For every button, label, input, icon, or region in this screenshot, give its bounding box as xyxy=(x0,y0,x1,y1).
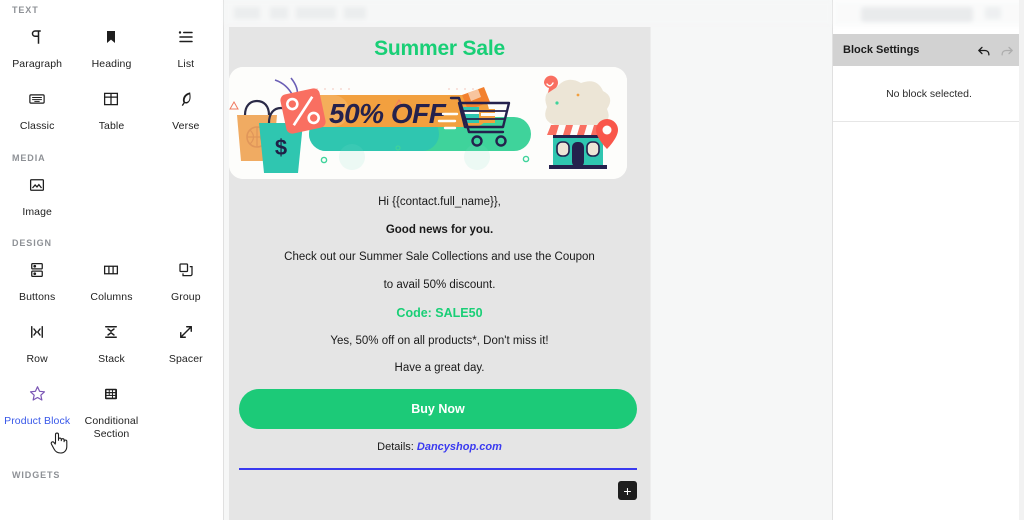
block-label: Heading xyxy=(91,58,132,70)
block-item-heading[interactable]: Heading xyxy=(74,15,148,77)
block-item-conditional-section[interactable]: Conditional Section xyxy=(74,372,148,447)
email-line-checkout[interactable]: Check out our Summer Sale Collections an… xyxy=(239,250,640,266)
email-canvas[interactable]: Summer Sale $ 50% OFF Hi {{contact.full_… xyxy=(229,27,650,520)
email-line-coupon-code[interactable]: Code: SALE50 xyxy=(239,305,640,322)
buttons-icon xyxy=(25,258,49,282)
email-line-discount[interactable]: to avail 50% discount. xyxy=(239,278,640,294)
email-builder-app: TEXT Paragraph Heading List Classic Tabl… xyxy=(0,0,1024,520)
section-label-widgets: WIDGETS xyxy=(12,469,61,480)
block-label: Classic xyxy=(19,119,55,132)
star-icon xyxy=(25,382,49,406)
block-label: Stack xyxy=(98,353,125,366)
redo-icon[interactable] xyxy=(995,39,1017,61)
email-line-signoff[interactable]: Have a great day. xyxy=(239,361,640,377)
email-line-greeting[interactable]: Hi {{contact.full_name}}, xyxy=(239,195,640,211)
block-item-table[interactable]: Table xyxy=(74,77,148,139)
add-block-button[interactable]: + xyxy=(618,481,637,501)
settings-header: Block Settings xyxy=(833,34,1024,66)
heading-icon xyxy=(99,25,123,49)
banner-card: $ 50% OFF xyxy=(229,67,627,179)
paragraph-icon xyxy=(25,25,49,49)
image-icon xyxy=(25,173,49,197)
conditional-section-icon xyxy=(99,382,123,406)
section-label-text: TEXT xyxy=(12,5,39,15)
columns-icon xyxy=(99,258,123,282)
details-prefix: Details: xyxy=(377,440,414,453)
classic-icon xyxy=(25,87,49,111)
section-label-design: DESIGN xyxy=(12,238,52,249)
block-label: Product Block xyxy=(4,414,71,427)
block-label: Spacer xyxy=(168,353,203,366)
verse-icon xyxy=(174,87,198,111)
block-item-buttons[interactable]: Buttons xyxy=(0,248,74,310)
block-item-stack[interactable]: Stack xyxy=(74,310,148,372)
block-label: Columns xyxy=(90,291,133,304)
group-icon xyxy=(174,258,198,282)
canvas-gutter xyxy=(650,27,832,520)
row-icon xyxy=(25,320,49,344)
block-grid-text: Paragraph Heading List Classic Table Ver… xyxy=(0,15,223,139)
block-label: Image xyxy=(22,205,52,218)
block-item-paragraph[interactable]: Paragraph xyxy=(0,15,74,77)
summer-sale-illustration: $ 50% OFF xyxy=(229,67,627,179)
buy-now-button[interactable]: Buy Now xyxy=(239,388,637,429)
stack-icon xyxy=(99,320,123,344)
email-body: Hi {{contact.full_name}}, Good news for … xyxy=(229,179,650,501)
email-heading[interactable]: Summer Sale xyxy=(229,27,650,67)
block-label: Table xyxy=(98,119,125,132)
details-line: Details: Dancyshop.com xyxy=(239,441,640,453)
email-line-goodnews[interactable]: Good news for you. xyxy=(239,223,640,239)
no-block-selected-message: No block selected. xyxy=(833,66,1024,122)
banner-image-block[interactable]: $ 50% OFF xyxy=(229,67,650,179)
block-item-product-block[interactable]: Product Block xyxy=(0,372,74,447)
block-label: Buttons xyxy=(19,291,56,304)
list-icon xyxy=(174,25,198,49)
details-link[interactable]: Dancyshop.com xyxy=(417,441,502,453)
editor-area: Summer Sale $ 50% OFF Hi {{contact.full_… xyxy=(224,0,832,520)
block-item-spacer[interactable]: Spacer xyxy=(149,310,223,372)
block-grid-design: Buttons Columns Group Row Stack Spacer P… xyxy=(0,248,223,446)
block-label: List xyxy=(177,58,195,70)
editor-top-toolbar xyxy=(224,0,832,26)
block-item-list[interactable]: List xyxy=(149,15,223,77)
block-item-classic[interactable]: Classic xyxy=(0,77,74,139)
block-item-verse[interactable]: Verse xyxy=(149,77,223,139)
svg-text:50% OFF: 50% OFF xyxy=(329,98,447,129)
block-selection-rule xyxy=(239,467,637,471)
spacer-icon xyxy=(174,320,198,344)
block-item-image[interactable]: Image xyxy=(0,163,74,225)
block-label: Paragraph xyxy=(12,58,63,70)
settings-title: Block Settings xyxy=(843,44,920,56)
block-grid-media: Image xyxy=(0,163,223,225)
block-item-group[interactable]: Group xyxy=(149,248,223,310)
undo-icon[interactable] xyxy=(973,39,995,61)
appender-row: + xyxy=(239,481,637,501)
block-label: Conditional Section xyxy=(84,414,139,440)
settings-scrollbar[interactable] xyxy=(1019,0,1024,520)
table-icon xyxy=(99,87,123,111)
block-label: Row xyxy=(26,353,48,366)
email-line-offer[interactable]: Yes, 50% off on all products*, Don't mis… xyxy=(239,334,640,350)
block-item-row[interactable]: Row xyxy=(0,310,74,372)
section-label-media: MEDIA xyxy=(12,152,46,163)
block-label: Group xyxy=(170,291,201,304)
settings-top-toolbar xyxy=(833,0,1024,26)
block-inserter-sidebar: TEXT Paragraph Heading List Classic Tabl… xyxy=(0,0,224,520)
settings-sidebar: Block Settings No block selected. xyxy=(832,0,1024,520)
settings-body xyxy=(833,122,1024,520)
svg-text:$: $ xyxy=(275,135,287,160)
block-item-columns[interactable]: Columns xyxy=(74,248,148,310)
block-label: Verse xyxy=(172,119,200,132)
